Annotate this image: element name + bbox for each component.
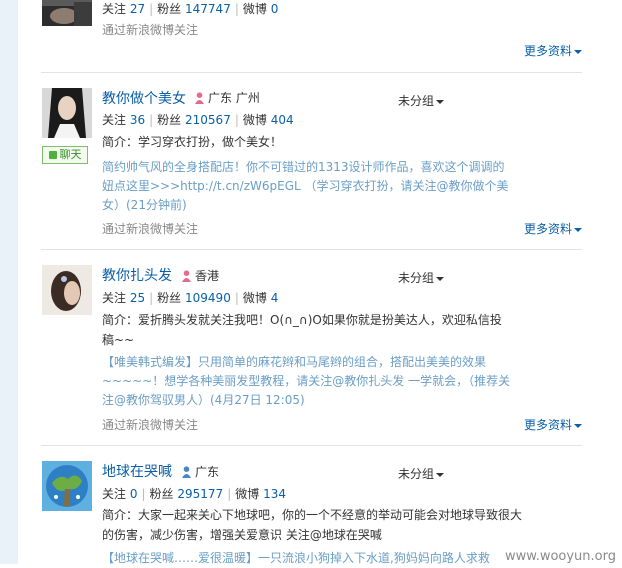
weibo-count[interactable]: 134: [263, 487, 286, 501]
caret-down-icon: [574, 423, 582, 428]
fans-count[interactable]: 295177: [177, 487, 223, 501]
group-label: 未分组: [398, 94, 435, 108]
more-info-button[interactable]: 更多资料: [524, 220, 582, 237]
more-info-button[interactable]: 更多资料: [524, 416, 582, 433]
left-side-strip: [0, 0, 18, 564]
user-stats: 关注 27 | 粉丝 147747 | 微博 0: [102, 2, 279, 16]
follow-label: 关注: [102, 487, 127, 501]
follow-label: 关注: [102, 2, 127, 16]
watermark: www.wooyun.org: [504, 549, 616, 564]
caret-down-icon: [436, 99, 445, 104]
location-text: 广东: [195, 465, 220, 479]
follow-source: 通过新浪微博关注: [102, 222, 199, 236]
chat-label: 聊天: [59, 148, 82, 161]
weibo-label: 微博: [242, 113, 267, 127]
latest-post[interactable]: 【地球在哭喊……爱很温暖】一只流浪小狗掉入下水道,狗妈妈向路人求救: [102, 549, 572, 568]
follow-label: 关注: [102, 113, 127, 127]
fans-label: 粉丝: [149, 487, 174, 501]
user-card: 聊天 教你做个美女 广东 广州 未分组 关注 36 | 粉丝 210567 | 微博 4…: [41, 73, 582, 249]
follow-count[interactable]: 36: [130, 113, 145, 127]
weibo-label: 微博: [242, 291, 267, 305]
weibo-count[interactable]: 404: [271, 113, 294, 127]
follow-count[interactable]: 0: [130, 487, 138, 501]
avatar[interactable]: [42, 0, 92, 26]
group-label: 未分组: [398, 467, 435, 481]
user-name-link[interactable]: 教你扎头发: [102, 265, 172, 285]
fans-count[interactable]: 147747: [185, 2, 231, 16]
latest-post[interactable]: 【唯美韩式编发】只用简单的麻花辫和马尾辫的组合，搭配出美美的效果~~~~~！想学…: [102, 353, 512, 410]
weibo-label: 微博: [242, 2, 267, 16]
follow-label: 关注: [102, 291, 127, 305]
chat-status-icon: [48, 151, 57, 159]
location-text: 广东 广州: [208, 91, 260, 105]
fans-count[interactable]: 210567: [185, 113, 231, 127]
fans-label: 粉丝: [157, 2, 182, 16]
caret-down-icon: [574, 227, 582, 232]
group-dropdown[interactable]: 未分组: [398, 92, 445, 109]
avatar[interactable]: [42, 461, 92, 511]
follow-count[interactable]: 27: [130, 2, 145, 16]
female-user-icon: [195, 91, 204, 104]
user-card: 教你扎头发 香港 未分组 关注 25 | 粉丝 109490 | 微博 4 简介：爱折腾…: [41, 250, 582, 445]
user-location: 香港: [181, 267, 219, 284]
latest-post[interactable]: 简约帅气风的全身搭配店！你不可错过的1313设计师作品，喜欢这个调调的妞点这里>…: [102, 158, 512, 215]
avatar[interactable]: [42, 265, 92, 315]
group-dropdown[interactable]: 未分组: [398, 465, 445, 482]
user-card: 关注 27 | 粉丝 147747 | 微博 0 通过新浪微博关注 更多资料: [41, 0, 582, 72]
user-name-link[interactable]: 地球在哭喊: [102, 461, 172, 481]
user-intro: 简介：爱折腾头发就关注我吧！O(∩_∩)O如果你就是扮美达人，欢迎私信投稿~~: [102, 313, 502, 347]
follow-count[interactable]: 25: [130, 291, 145, 305]
female-user-icon: [182, 269, 191, 282]
user-card: 地球在哭喊 广东 未分组 关注 0 | 粉丝 295177 | 微博 134 简介：大家…: [41, 446, 582, 565]
more-info-label: 更多资料: [523, 418, 572, 432]
fans-label: 粉丝: [157, 113, 182, 127]
location-text: 香港: [195, 269, 220, 283]
more-info-button[interactable]: 更多资料: [524, 42, 582, 59]
caret-down-icon: [574, 49, 582, 54]
avatar[interactable]: [42, 88, 92, 138]
male-user-icon: [182, 465, 191, 478]
user-intro: 简介：学习穿衣打扮，做个美女！: [102, 135, 283, 149]
user-location: 广东: [181, 463, 219, 480]
user-location: 广东 广州: [194, 89, 260, 106]
fans-label: 粉丝: [157, 291, 182, 305]
more-info-label: 更多资料: [523, 44, 572, 58]
weibo-count[interactable]: 0: [271, 2, 279, 16]
group-dropdown[interactable]: 未分组: [398, 269, 445, 286]
chat-button[interactable]: 聊天: [42, 146, 88, 164]
follow-source: 通过新浪微博关注: [102, 23, 199, 37]
user-stats: 关注 0 | 粉丝 295177 | 微博 134: [102, 487, 286, 501]
more-info-label: 更多资料: [523, 222, 572, 236]
group-label: 未分组: [398, 271, 435, 285]
user-intro: 简介：大家一起来关心下地球吧，你的一个不经意的举动可能会对地球导致很大的伤害，减…: [102, 508, 523, 542]
caret-down-icon: [436, 472, 445, 477]
user-name-link[interactable]: 教你做个美女: [102, 88, 186, 108]
user-stats: 关注 36 | 粉丝 210567 | 微博 404: [102, 113, 294, 127]
weibo-count[interactable]: 4: [271, 291, 279, 305]
fans-count[interactable]: 109490: [185, 291, 231, 305]
user-stats: 关注 25 | 粉丝 109490 | 微博 4: [102, 291, 279, 305]
caret-down-icon: [436, 276, 445, 281]
weibo-label: 微博: [235, 487, 260, 501]
follow-source: 通过新浪微博关注: [102, 418, 199, 432]
